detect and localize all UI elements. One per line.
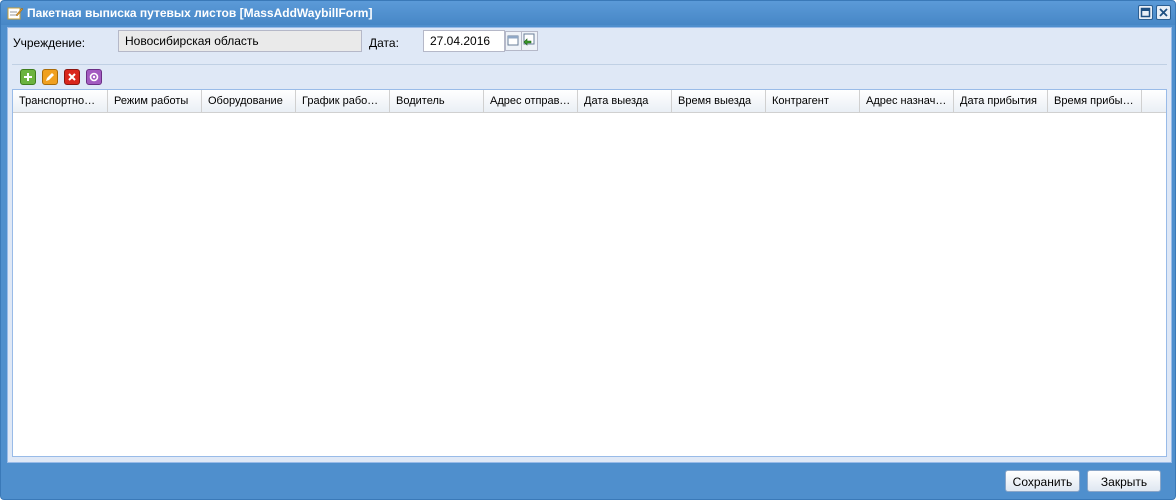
maximize-icon [1140,7,1151,18]
institution-field[interactable]: Новосибирская область [118,30,362,52]
column-header-departure-time[interactable]: Время выезда [672,90,766,112]
close-button[interactable]: Закрыть [1087,470,1161,492]
column-header-arrival-time[interactable]: Время прибытия [1048,90,1142,112]
column-header-driver[interactable]: Водитель [390,90,484,112]
column-header-arrival-date[interactable]: Дата прибытия [954,90,1048,112]
date-label: Дата: [369,36,399,50]
calendar-picker-button[interactable] [505,31,522,51]
today-button[interactable] [521,31,538,51]
column-header-work-schedule[interactable]: График рабоче... [296,90,390,112]
close-icon [1159,8,1168,17]
maximize-button[interactable] [1138,5,1153,20]
grid-body[interactable] [13,113,1166,456]
calendar-icon [505,31,522,51]
mass-add-waybill-window: Пакетная выписка путевых листов [MassAdd… [0,0,1176,500]
column-header-departure-date[interactable]: Дата выезда [578,90,672,112]
column-header-departure-address[interactable]: Адрес отправл... [484,90,578,112]
settings-button[interactable] [86,69,102,85]
grid-toolbar [12,64,1167,89]
edit-button[interactable] [42,69,58,85]
window-title: Пакетная выписка путевых листов [MassAdd… [27,6,373,20]
add-button[interactable] [20,69,36,85]
institution-label: Учреждение: [13,36,86,50]
column-header-work-mode[interactable]: Режим работы [108,90,202,112]
save-button[interactable]: Сохранить [1005,470,1080,492]
column-header-destination-address[interactable]: Адрес назначе... [860,90,954,112]
today-arrow-icon [521,31,538,51]
settings-icon [89,72,99,82]
form-edit-icon [7,5,24,21]
waybill-grid: Транспортное ... Режим работы Оборудован… [12,89,1167,457]
column-header-equipment[interactable]: Оборудование [202,90,296,112]
column-header-contractor[interactable]: Контрагент [766,90,860,112]
add-icon [24,73,32,81]
window-titlebar[interactable]: Пакетная выписка путевых листов [MassAdd… [1,1,1175,25]
delete-icon [68,73,76,81]
form-body: Учреждение: Новосибирская область Дата: … [7,27,1172,463]
column-header-transport[interactable]: Транспортное ... [13,90,108,112]
edit-icon [46,73,54,81]
delete-button[interactable] [64,69,80,85]
close-window-button[interactable] [1156,5,1171,20]
date-field[interactable]: 27.04.2016 [423,30,505,52]
grid-header: Транспортное ... Режим работы Оборудован… [13,90,1166,113]
